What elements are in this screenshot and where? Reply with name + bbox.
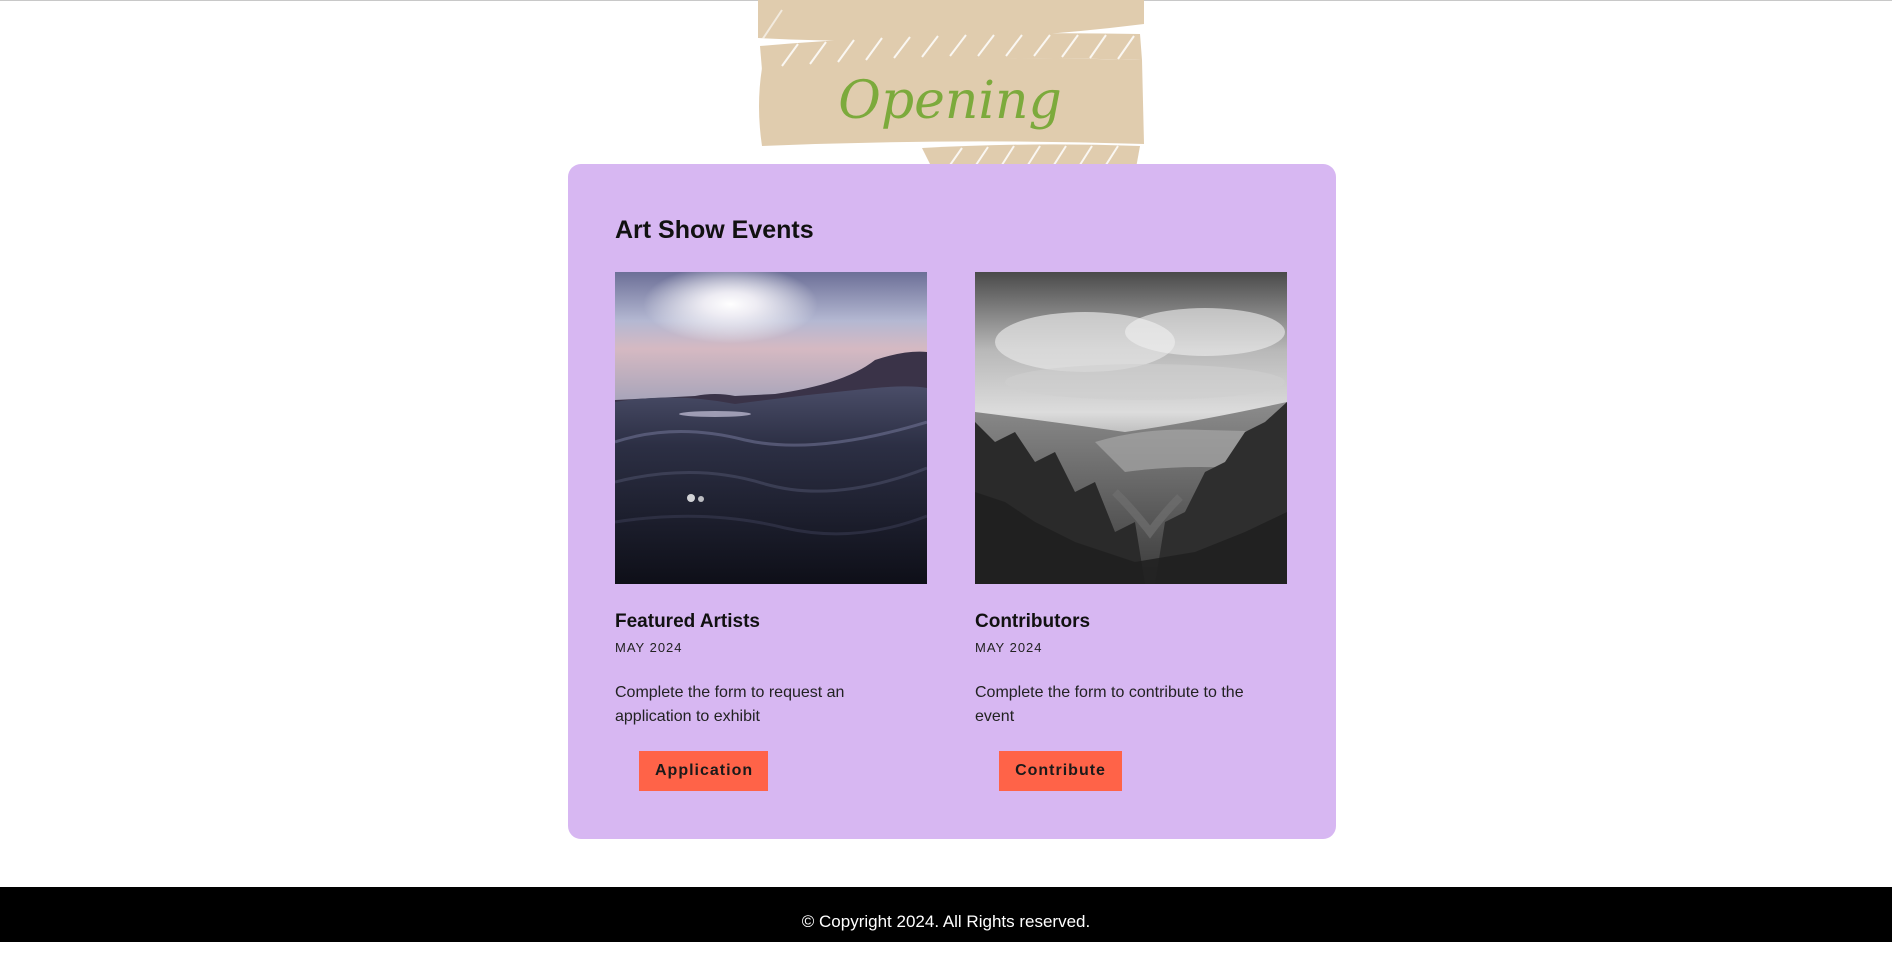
event-title: Contributors xyxy=(975,611,1091,632)
footer: © Copyright 2024. All Rights reserved. xyxy=(0,887,1892,942)
banner-text: Opening xyxy=(838,71,1062,131)
copyright-text: © Copyright 2024. All Rights reserved. xyxy=(801,912,1091,931)
contribute-button[interactable]: Contribute xyxy=(999,751,1122,791)
ocean-waves-image xyxy=(615,272,927,584)
event-date: MAY 2024 xyxy=(615,640,683,655)
art-show-events-card: Art Show Events Featured Artists MAY 202… xyxy=(568,164,1336,839)
event-title: Featured Artists xyxy=(615,611,760,632)
section-title: Art Show Events xyxy=(615,216,814,244)
event-featured-artists: Featured Artists MAY 2024 Complete the f… xyxy=(615,272,927,791)
application-button[interactable]: Application xyxy=(639,751,768,791)
event-description: Complete the form to request an applicat… xyxy=(615,684,845,725)
grand-opening-banner: Opening xyxy=(758,0,1144,168)
forest-valley-image xyxy=(975,272,1287,584)
event-description: Complete the form to contribute to the e… xyxy=(975,684,1244,725)
event-contributors: Contributors MAY 2024 Complete the form … xyxy=(975,272,1287,791)
event-date: MAY 2024 xyxy=(975,640,1043,655)
